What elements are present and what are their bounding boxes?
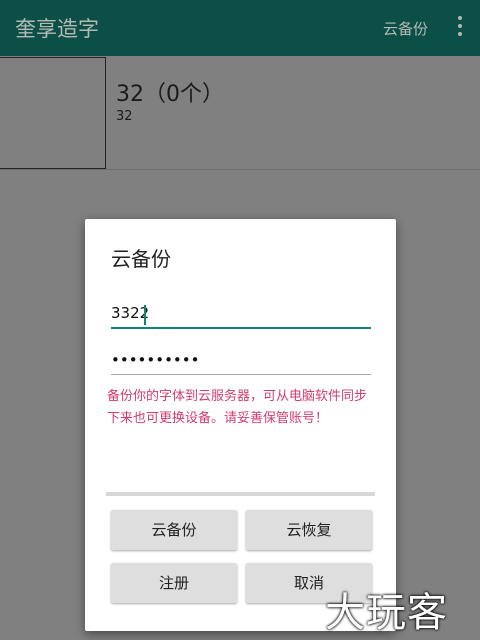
- password-field[interactable]: [111, 350, 371, 375]
- backup-notice: 备份你的字体到云服务器，可从电脑软件同步下来也可更换设备。请妥善保管账号！: [107, 389, 368, 426]
- font-thumbnail: [0, 57, 106, 169]
- username-field[interactable]: [111, 303, 371, 329]
- list-item-title: 32（0个）: [116, 82, 224, 107]
- text-caret: [144, 305, 146, 325]
- list-item-subtitle: 32: [116, 109, 133, 124]
- cloud-backup-dialog: 云备份 备份你的字体到云服务器，可从电脑软件同步下来也可更换设备。请妥善保管账号…: [85, 219, 396, 631]
- divider: [106, 492, 375, 496]
- backup-button[interactable]: 云备份: [111, 510, 237, 550]
- app-title: 奎享造字: [15, 17, 99, 41]
- list-item[interactable]: 32（0个）: [0, 57, 480, 170]
- cloud-backup-action[interactable]: 云备份: [383, 18, 428, 39]
- username-input[interactable]: [111, 304, 371, 322]
- watermark: 大玩客: [325, 590, 448, 636]
- dialog-title: 云备份: [111, 247, 171, 271]
- more-options-icon[interactable]: [453, 16, 467, 40]
- password-input[interactable]: [111, 351, 371, 369]
- register-button[interactable]: 注册: [111, 563, 237, 603]
- restore-button[interactable]: 云恢复: [246, 510, 372, 550]
- app-bar: 奎享造字 云备份: [0, 0, 480, 56]
